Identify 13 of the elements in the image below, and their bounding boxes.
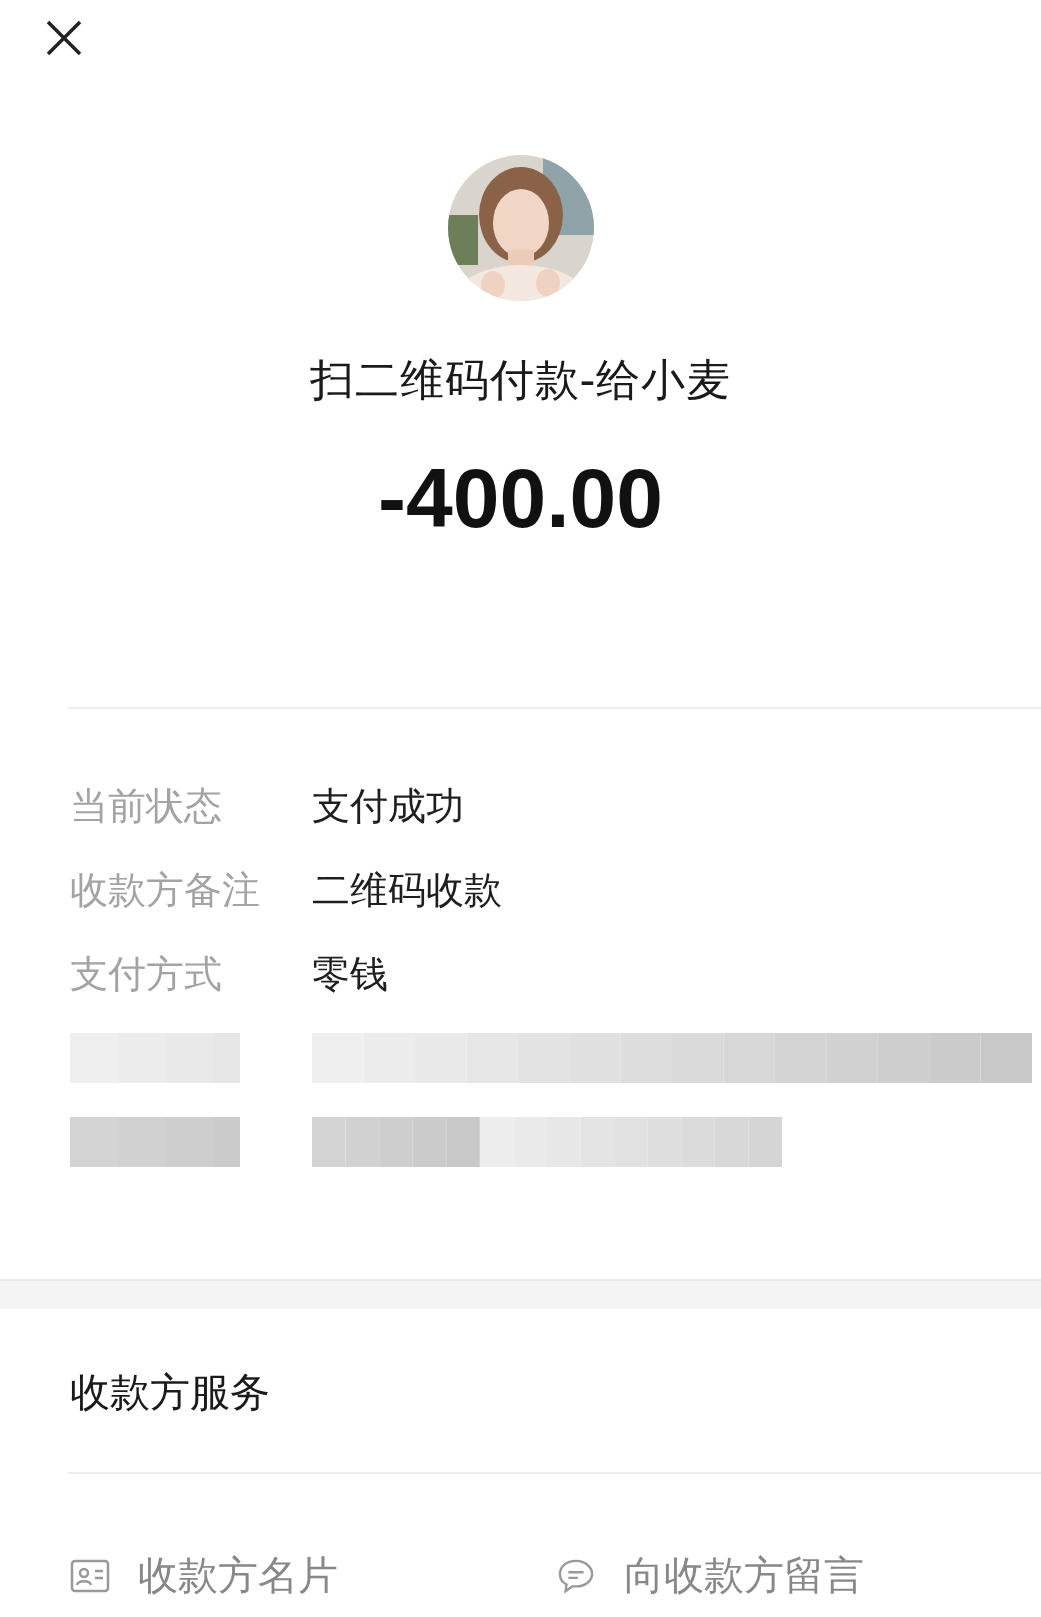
detail-value: 零钱 (312, 950, 388, 998)
detail-label: 收款方备注 (70, 866, 261, 914)
detail-label: 支付方式 (70, 950, 223, 998)
payment-title: 扫二维码付款-给小麦 (309, 353, 732, 407)
payment-amount: -400.00 (378, 450, 663, 547)
service-link[interactable]: 向收款方留言 (623, 1548, 864, 1603)
section-title: 收款方服务 (69, 1368, 271, 1417)
service-link[interactable]: 收款方名片 (138, 1548, 338, 1603)
contact-card-icon (70, 1557, 110, 1594)
detail-value: 支付成功 (312, 782, 464, 830)
detail-label: 当前状态 (70, 782, 223, 830)
detail-value: 二维码收款 (312, 866, 502, 914)
close-icon[interactable] (44, 18, 84, 58)
